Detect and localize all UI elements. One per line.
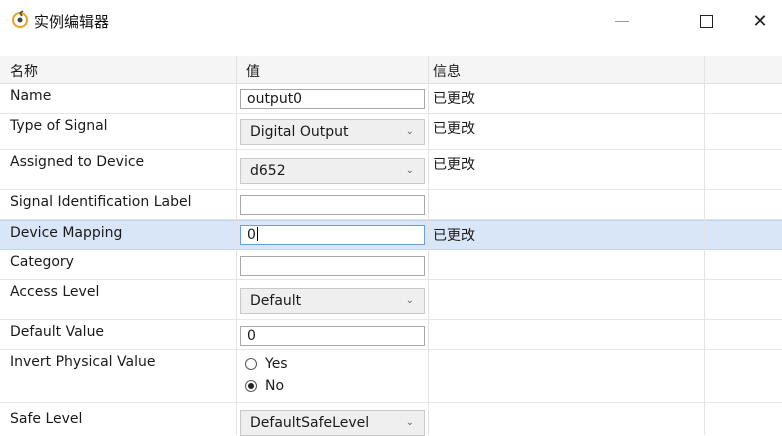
radio-no[interactable]: No — [245, 378, 284, 394]
window-title: 实例编辑器 — [34, 13, 110, 31]
minimize-icon — [615, 20, 629, 22]
column-divider — [428, 56, 429, 435]
close-button[interactable]: ✕ — [738, 6, 782, 36]
dropdown-value: DefaultSafeLevel — [250, 415, 370, 431]
access-level-dropdown[interactable]: Default ⌄ — [240, 288, 425, 314]
type-of-signal-dropdown[interactable]: Digital Output ⌄ — [240, 119, 425, 145]
property-label: Assigned to Device — [10, 154, 145, 170]
row-signal-identification-label[interactable]: Signal Identification Label — [0, 190, 782, 220]
row-name[interactable]: Name output0 已更改 — [0, 84, 782, 114]
safe-level-dropdown[interactable]: DefaultSafeLevel ⌄ — [240, 410, 425, 436]
row-device-mapping[interactable]: Device Mapping 0 已更改 — [0, 220, 782, 250]
property-label: Type of Signal — [10, 118, 108, 134]
device-mapping-input[interactable]: 0 — [240, 225, 425, 245]
row-invert-physical-value[interactable]: Invert Physical Value Yes No — [0, 350, 782, 403]
property-label: Signal Identification Label — [10, 194, 192, 210]
maximize-button[interactable] — [684, 6, 728, 36]
property-grid: 名称 值 信息 Name output0 已更改 Type of Signal … — [0, 56, 782, 436]
row-access-level[interactable]: Access Level Default ⌄ — [0, 280, 782, 320]
minimize-button[interactable] — [600, 6, 644, 36]
column-header-value[interactable]: 值 — [246, 61, 260, 81]
chevron-down-icon: ⌄ — [405, 295, 414, 306]
row-assigned-to-device[interactable]: Assigned to Device d652 ⌄ 已更改 — [0, 150, 782, 190]
dropdown-value: Digital Output — [250, 124, 349, 140]
text-caret — [256, 227, 258, 241]
property-status: 已更改 — [433, 228, 475, 244]
property-label: Invert Physical Value — [10, 354, 156, 370]
column-header-name[interactable]: 名称 — [10, 61, 38, 81]
chevron-down-icon: ⌄ — [405, 165, 414, 176]
property-label: Device Mapping — [10, 225, 123, 241]
dropdown-value: d652 — [250, 163, 286, 179]
close-icon: ✕ — [752, 10, 768, 32]
refresh-app-icon — [12, 10, 28, 28]
signal-identification-label-input[interactable] — [240, 195, 425, 215]
property-status: 已更改 — [433, 91, 475, 107]
column-header-info[interactable]: 信息 — [433, 61, 461, 81]
chevron-down-icon: ⌄ — [405, 126, 414, 137]
row-safe-level[interactable]: Safe Level DefaultSafeLevel ⌄ — [0, 403, 782, 436]
default-value-input[interactable]: 0 — [240, 326, 425, 346]
maximize-icon — [699, 14, 713, 28]
title-bar: 实例编辑器 ✕ — [0, 0, 782, 44]
chevron-down-icon: ⌄ — [405, 417, 414, 428]
row-category[interactable]: Category — [0, 250, 782, 280]
radio-label: Yes — [265, 356, 288, 372]
input-text: 0 — [247, 227, 256, 243]
property-label: Category — [10, 254, 74, 270]
radio-unchecked-icon — [245, 358, 257, 370]
property-status: 已更改 — [433, 157, 475, 173]
radio-label: No — [265, 378, 285, 394]
column-divider — [704, 56, 705, 435]
radio-checked-icon — [245, 380, 257, 392]
property-label: Access Level — [10, 284, 100, 300]
radio-yes[interactable]: Yes — [245, 356, 288, 372]
category-input[interactable] — [240, 256, 425, 276]
column-divider — [236, 56, 237, 435]
dropdown-value: Default — [250, 293, 302, 309]
row-type-of-signal[interactable]: Type of Signal Digital Output ⌄ 已更改 — [0, 114, 782, 150]
property-label: Safe Level — [10, 411, 83, 427]
assigned-device-dropdown[interactable]: d652 ⌄ — [240, 158, 425, 184]
grid-header: 名称 值 信息 — [0, 56, 782, 84]
property-status: 已更改 — [433, 121, 475, 137]
name-input[interactable]: output0 — [240, 89, 425, 109]
row-default-value[interactable]: Default Value 0 — [0, 320, 782, 350]
property-label: Default Value — [10, 324, 105, 340]
property-label: Name — [10, 88, 52, 104]
